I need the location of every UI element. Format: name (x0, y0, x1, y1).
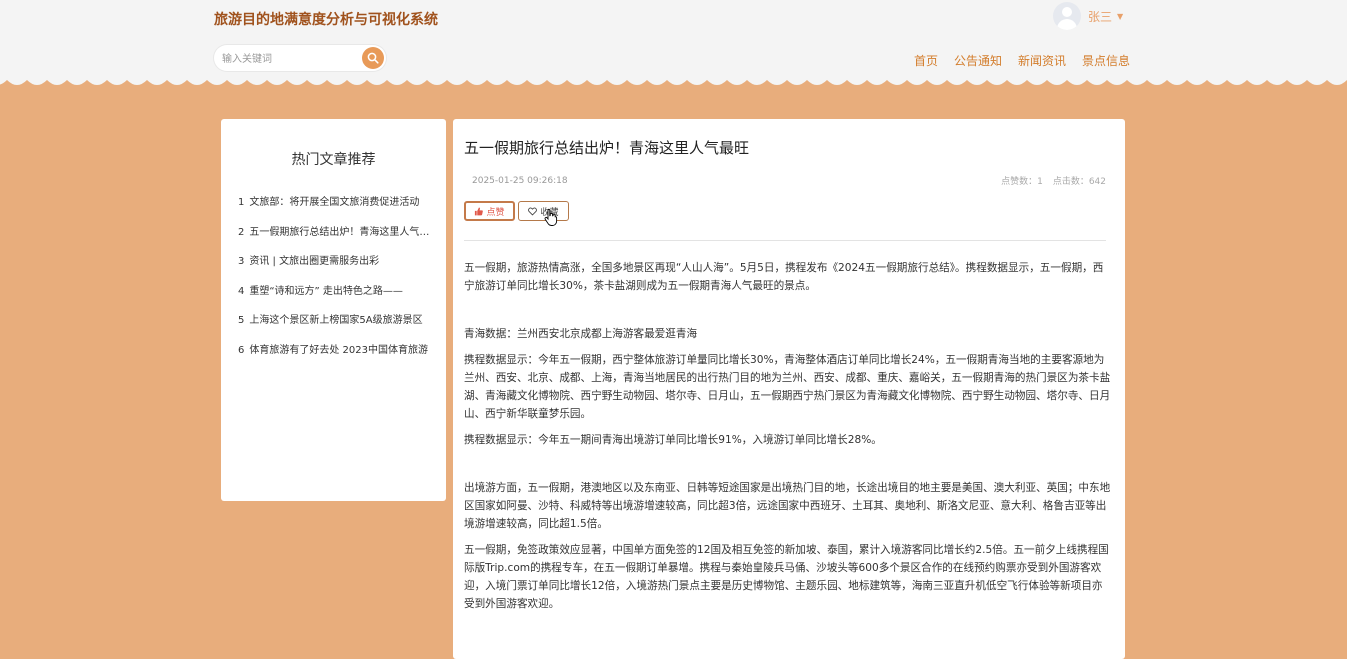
hot-article-item[interactable]: 6 体育旅游有了好去处 2023中国体育旅游 (238, 341, 430, 371)
article-paragraph: 青海数据：兰州西安北京成都上海游客最爱逛青海 (464, 328, 698, 340)
nav-home[interactable]: 首页 (914, 52, 938, 69)
hot-article-item[interactable]: 1 文旅部：将开展全国文旅消费促进活动 (238, 193, 430, 223)
hot-articles-title: 热门文章推荐 (291, 152, 376, 168)
likes-count: 点赞数：1 (1001, 177, 1043, 187)
main-nav: 首页 公告通知 新闻资讯 景点信息 (914, 52, 1130, 69)
user-menu[interactable]: 张三 ▼ (1053, 2, 1123, 30)
content-divider (464, 240, 1106, 241)
search-icon (367, 52, 379, 64)
hot-article-item[interactable]: 5 上海这个景区新上榜国家5A级旅游景区 (238, 311, 430, 341)
article-paragraph: 五一假期，免签政策效应显著，中国单方面免签的12国及相互免签的新加坡、泰国，累计… (464, 544, 1109, 610)
hot-article-item[interactable]: 3 资讯 | 文旅出圈更需服务出彩 (238, 252, 430, 282)
user-name[interactable]: 张三 (1088, 8, 1112, 25)
article-date: 2025-01-25 09:26:18 (472, 176, 568, 186)
article-paragraph: 五一假期，旅游热情高涨，全国多地景区再现“人山人海”。5月5日，携程发布《202… (464, 262, 1104, 292)
article-body: 五一假期，旅游热情高涨，全国多地景区再现“人山人海”。5月5日，携程发布《202… (464, 259, 1112, 621)
article-stats: 点赞数：1 点击数：642 (1001, 174, 1106, 187)
pointer-cursor-icon (544, 208, 558, 226)
like-button[interactable]: 点赞 (464, 201, 515, 221)
thumbs-up-icon (475, 207, 484, 215)
hot-articles-panel: 热门文章推荐 1 文旅部：将开展全国文旅消费促进活动 2 五一假期旅行总结出炉！青海… (221, 119, 446, 501)
article-paragraph: 出境游方面，五一假期，港澳地区以及东南亚、日韩等短途国家是出境热门目的地，长途出… (464, 482, 1111, 530)
article-paragraph: 携程数据显示：今年五一假期，西宁整体旅游订单量同比增长30%，青海整体酒店订单同… (464, 354, 1111, 420)
heart-icon (528, 207, 538, 216)
hot-articles-list: 1 文旅部：将开展全国文旅消费促进活动 2 五一假期旅行总结出炉！青海这里人气最旺 … (238, 193, 430, 370)
header-wave-divider (0, 74, 1347, 85)
site-title[interactable]: 旅游目的地满意度分析与可视化系统 (214, 9, 438, 29)
search-box (214, 45, 386, 71)
nav-notices[interactable]: 公告通知 (954, 52, 1002, 69)
hot-article-item[interactable]: 2 五一假期旅行总结出炉！青海这里人气最旺 (238, 223, 430, 253)
caret-down-icon[interactable]: ▼ (1117, 12, 1123, 21)
nav-attractions[interactable]: 景点信息 (1082, 52, 1130, 69)
clicks-count: 点击数：642 (1052, 177, 1106, 187)
user-avatar-icon[interactable] (1053, 2, 1081, 30)
search-input[interactable] (220, 49, 360, 69)
top-header: 旅游目的地满意度分析与可视化系统 张三 ▼ 首页 公告通知 新闻资讯 景点信息 (0, 0, 1347, 80)
article-paragraph: 携程数据显示：今年五一期间青海出境游订单同比增长91%，入境游订单同比增长28%… (464, 434, 882, 446)
like-label: 点赞 (486, 206, 505, 217)
nav-news[interactable]: 新闻资讯 (1018, 52, 1066, 69)
hot-article-item[interactable]: 4 重塑“诗和远方” 走出特色之路—— (238, 282, 430, 312)
article-panel: 五一假期旅行总结出炉！青海这里人气最旺 2025-01-25 09:26:18 … (453, 119, 1125, 659)
article-title: 五一假期旅行总结出炉！青海这里人气最旺 (464, 139, 750, 157)
search-button[interactable] (362, 47, 384, 69)
